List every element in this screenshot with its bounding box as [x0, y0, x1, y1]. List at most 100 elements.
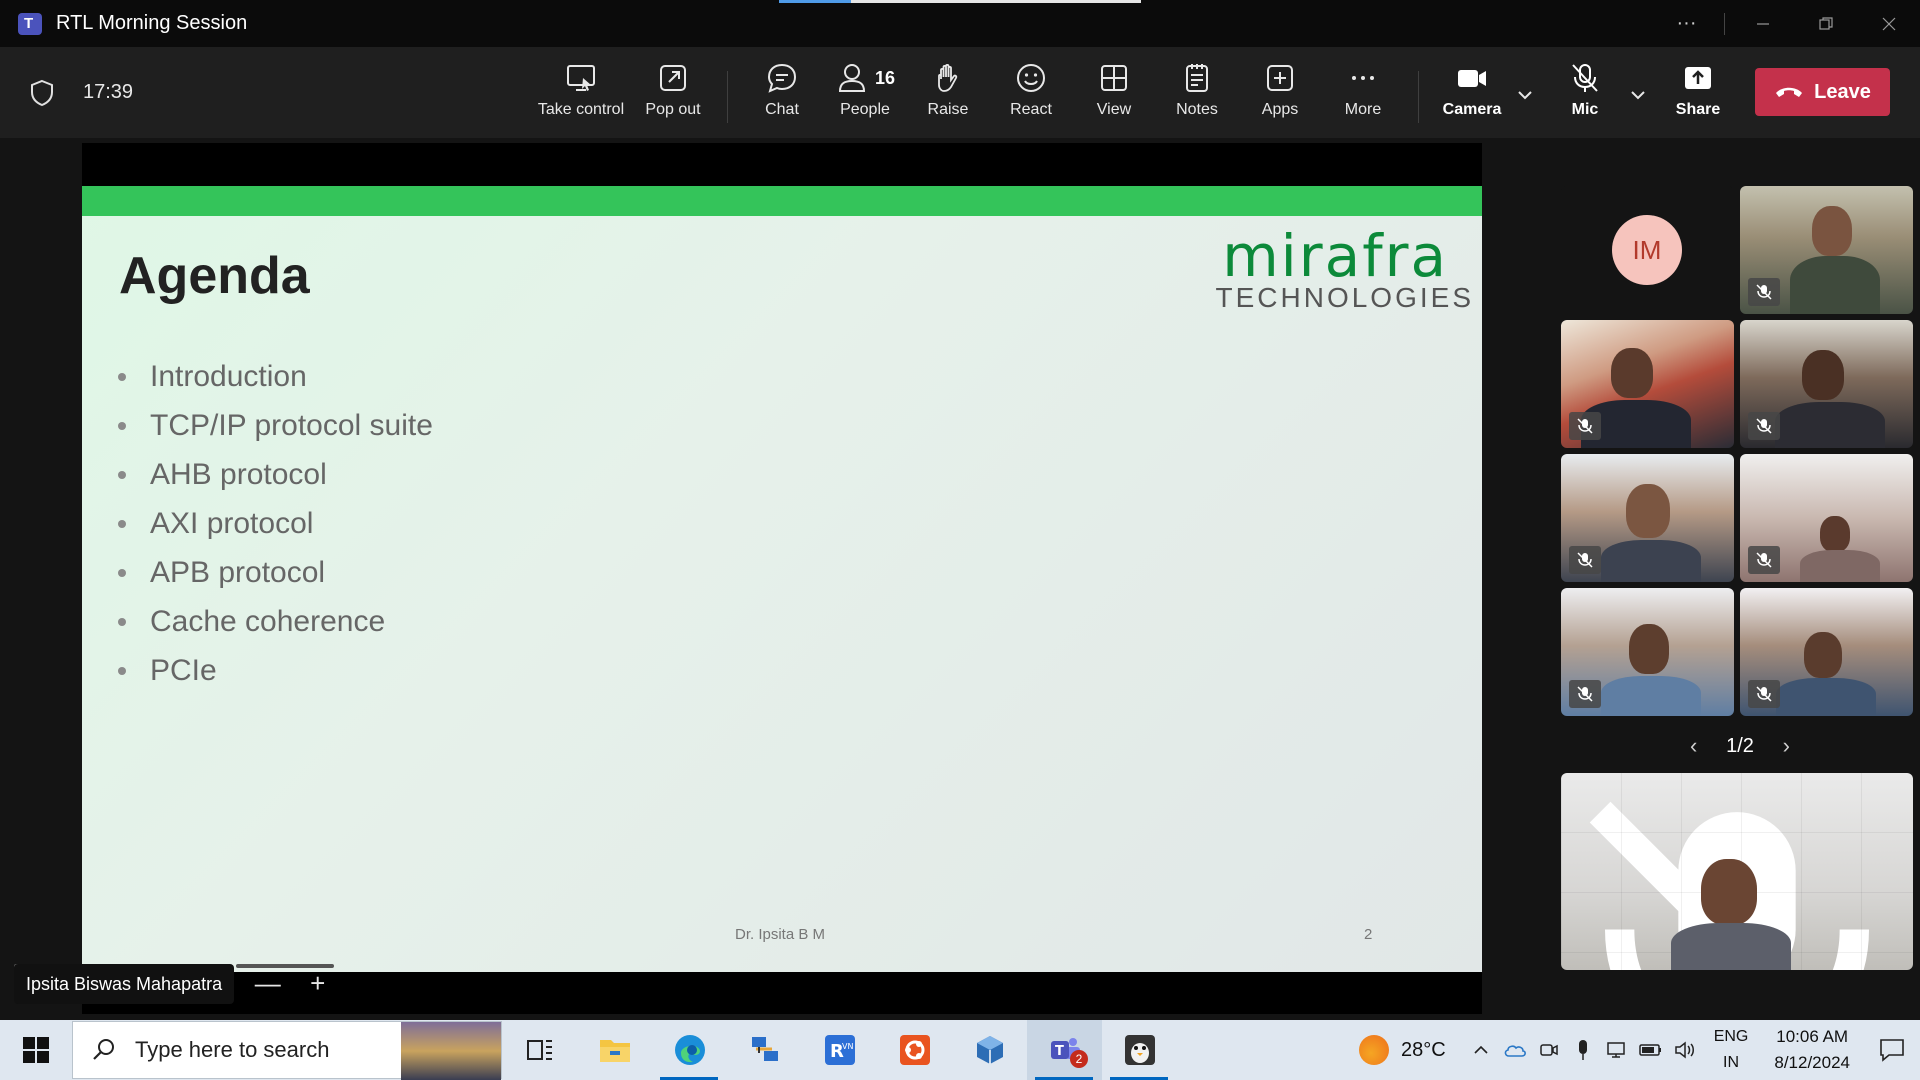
react-button[interactable]: React [983, 61, 1079, 119]
agenda-item: Cache coherence [118, 597, 433, 646]
mic-muted-icon [1748, 412, 1780, 440]
folder-icon [599, 1040, 630, 1062]
close-button[interactable] [1857, 0, 1920, 47]
edge-browser-app[interactable] [652, 1020, 727, 1080]
minimize-button[interactable] [1731, 0, 1794, 47]
avatar: IM [1612, 215, 1682, 285]
network-computers-icon [751, 1037, 778, 1061]
chat-label: Chat [765, 101, 799, 118]
chevron-right-icon[interactable]: › [1783, 733, 1790, 759]
svg-text:T: T [1055, 1044, 1064, 1059]
agenda-item: TCP/IP protocol suite [118, 401, 433, 450]
teams-notification-badge: 2 [1070, 1050, 1088, 1068]
participant-tile[interactable] [1740, 186, 1913, 314]
volume-icon[interactable] [1668, 1020, 1702, 1080]
chevron-left-icon[interactable]: ‹ [1690, 733, 1697, 759]
agenda-item: AHB protocol [118, 450, 433, 499]
search-icon [93, 1039, 114, 1060]
pop-out-label: Pop out [645, 101, 701, 118]
page-indicator: 1/2 [1726, 734, 1754, 757]
raise-hand-button[interactable]: Raise [900, 61, 996, 119]
raise-label: Raise [927, 101, 969, 118]
battery-icon[interactable] [1634, 1020, 1668, 1080]
agenda-item: Introduction [118, 352, 433, 401]
chat-icon [767, 63, 797, 93]
mic-options-chevron-down-icon[interactable] [1626, 83, 1650, 107]
input-language-indicator[interactable]: ENG IN [1714, 1024, 1749, 1076]
task-view-button[interactable] [502, 1020, 577, 1080]
apps-button[interactable]: Apps [1232, 61, 1328, 119]
onedrive-cloud-icon[interactable] [1498, 1020, 1532, 1080]
teams-logo-icon [18, 12, 42, 35]
virtualbox-app[interactable] [952, 1020, 1027, 1080]
view-label: View [1096, 101, 1132, 118]
brand-subtitle: TECHNOLOGIES [1215, 282, 1474, 313]
people-button[interactable]: 16 People [817, 61, 913, 119]
people-icon [838, 64, 865, 92]
mic-muted-icon [1748, 680, 1780, 708]
camera-button[interactable]: Camera [1424, 61, 1520, 119]
restore-button[interactable] [1794, 0, 1857, 47]
take-control-icon [567, 65, 595, 91]
participant-tile[interactable] [1561, 588, 1734, 716]
network-icon[interactable] [1600, 1020, 1634, 1080]
partly-cloudy-icon [1359, 1035, 1389, 1065]
slide-accent-bar [82, 186, 1482, 216]
window-title: RTL Morning Session [56, 12, 248, 34]
zoom-controls: — + [240, 968, 340, 998]
participant-tile[interactable]: IM [1561, 186, 1734, 314]
file-explorer-app[interactable] [577, 1020, 652, 1080]
self-view-tile[interactable] [1561, 773, 1913, 970]
camera-icon [1458, 70, 1486, 87]
zoom-in-button[interactable]: + [310, 968, 325, 999]
zoom-out-button[interactable]: — [255, 968, 281, 999]
participant-tile[interactable] [1561, 320, 1734, 448]
pop-out-button[interactable]: Pop out [625, 61, 721, 119]
notifications-icon[interactable] [1864, 1038, 1920, 1062]
chevron-up-icon[interactable] [1464, 1020, 1498, 1080]
snipping-tool-app[interactable] [1102, 1020, 1177, 1080]
participant-tile[interactable] [1740, 454, 1913, 582]
start-button[interactable] [0, 1020, 72, 1080]
view-button[interactable]: View [1066, 61, 1162, 119]
participant-tile[interactable] [1740, 320, 1913, 448]
agenda-list: Introduction TCP/IP protocol suite AHB p… [118, 352, 433, 695]
mic-muted-icon [1748, 278, 1780, 306]
virtualbox-icon [976, 1036, 1003, 1064]
meet-now-icon[interactable] [1532, 1020, 1566, 1080]
participant-tile[interactable] [1561, 454, 1734, 582]
pop-out-icon [660, 65, 686, 91]
notes-label: Notes [1176, 101, 1218, 118]
rvnc-app[interactable]: R VN [802, 1020, 877, 1080]
teams-app[interactable]: T 2 [1027, 1020, 1102, 1080]
share-label: Share [1675, 101, 1721, 118]
weather-widget[interactable]: 28°C [1359, 1035, 1446, 1065]
chat-button[interactable]: Chat [734, 61, 830, 119]
apps-label: Apps [1261, 101, 1299, 118]
notes-button[interactable]: Notes [1149, 61, 1245, 119]
share-button[interactable]: Share [1650, 61, 1746, 119]
camera-label: Camera [1442, 101, 1502, 118]
task-view-icon [526, 1040, 552, 1060]
smiley-icon [1017, 64, 1045, 92]
participant-tile[interactable] [1740, 588, 1913, 716]
microphone-in-use-icon[interactable] [1566, 1020, 1600, 1080]
network-tool-app[interactable] [727, 1020, 802, 1080]
leave-button[interactable]: Leave [1755, 68, 1890, 116]
windows-taskbar: Type here to search R VN T 2 28°C ENG IN… [0, 1020, 1920, 1080]
take-control-button[interactable]: Take control [533, 61, 629, 119]
mic-button[interactable]: Mic [1537, 61, 1633, 119]
people-label: People [840, 101, 890, 118]
camera-options-chevron-down-icon[interactable] [1513, 83, 1537, 107]
shield-icon[interactable] [30, 79, 54, 107]
ubuntu-app[interactable] [877, 1020, 952, 1080]
more-button[interactable]: More [1315, 61, 1411, 119]
agenda-item: AXI protocol [118, 499, 433, 548]
grid-view-icon [1101, 65, 1127, 91]
more-options-icon[interactable]: ··· [1655, 0, 1718, 47]
system-clock[interactable]: 10:06 AM 8/12/2024 [1774, 1024, 1850, 1076]
mic-muted-icon [1572, 64, 1598, 92]
agenda-item: APB protocol [118, 548, 433, 597]
taskbar-search-input[interactable]: Type here to search [72, 1021, 502, 1080]
title-bar: RTL Morning Session ··· [0, 0, 1920, 47]
